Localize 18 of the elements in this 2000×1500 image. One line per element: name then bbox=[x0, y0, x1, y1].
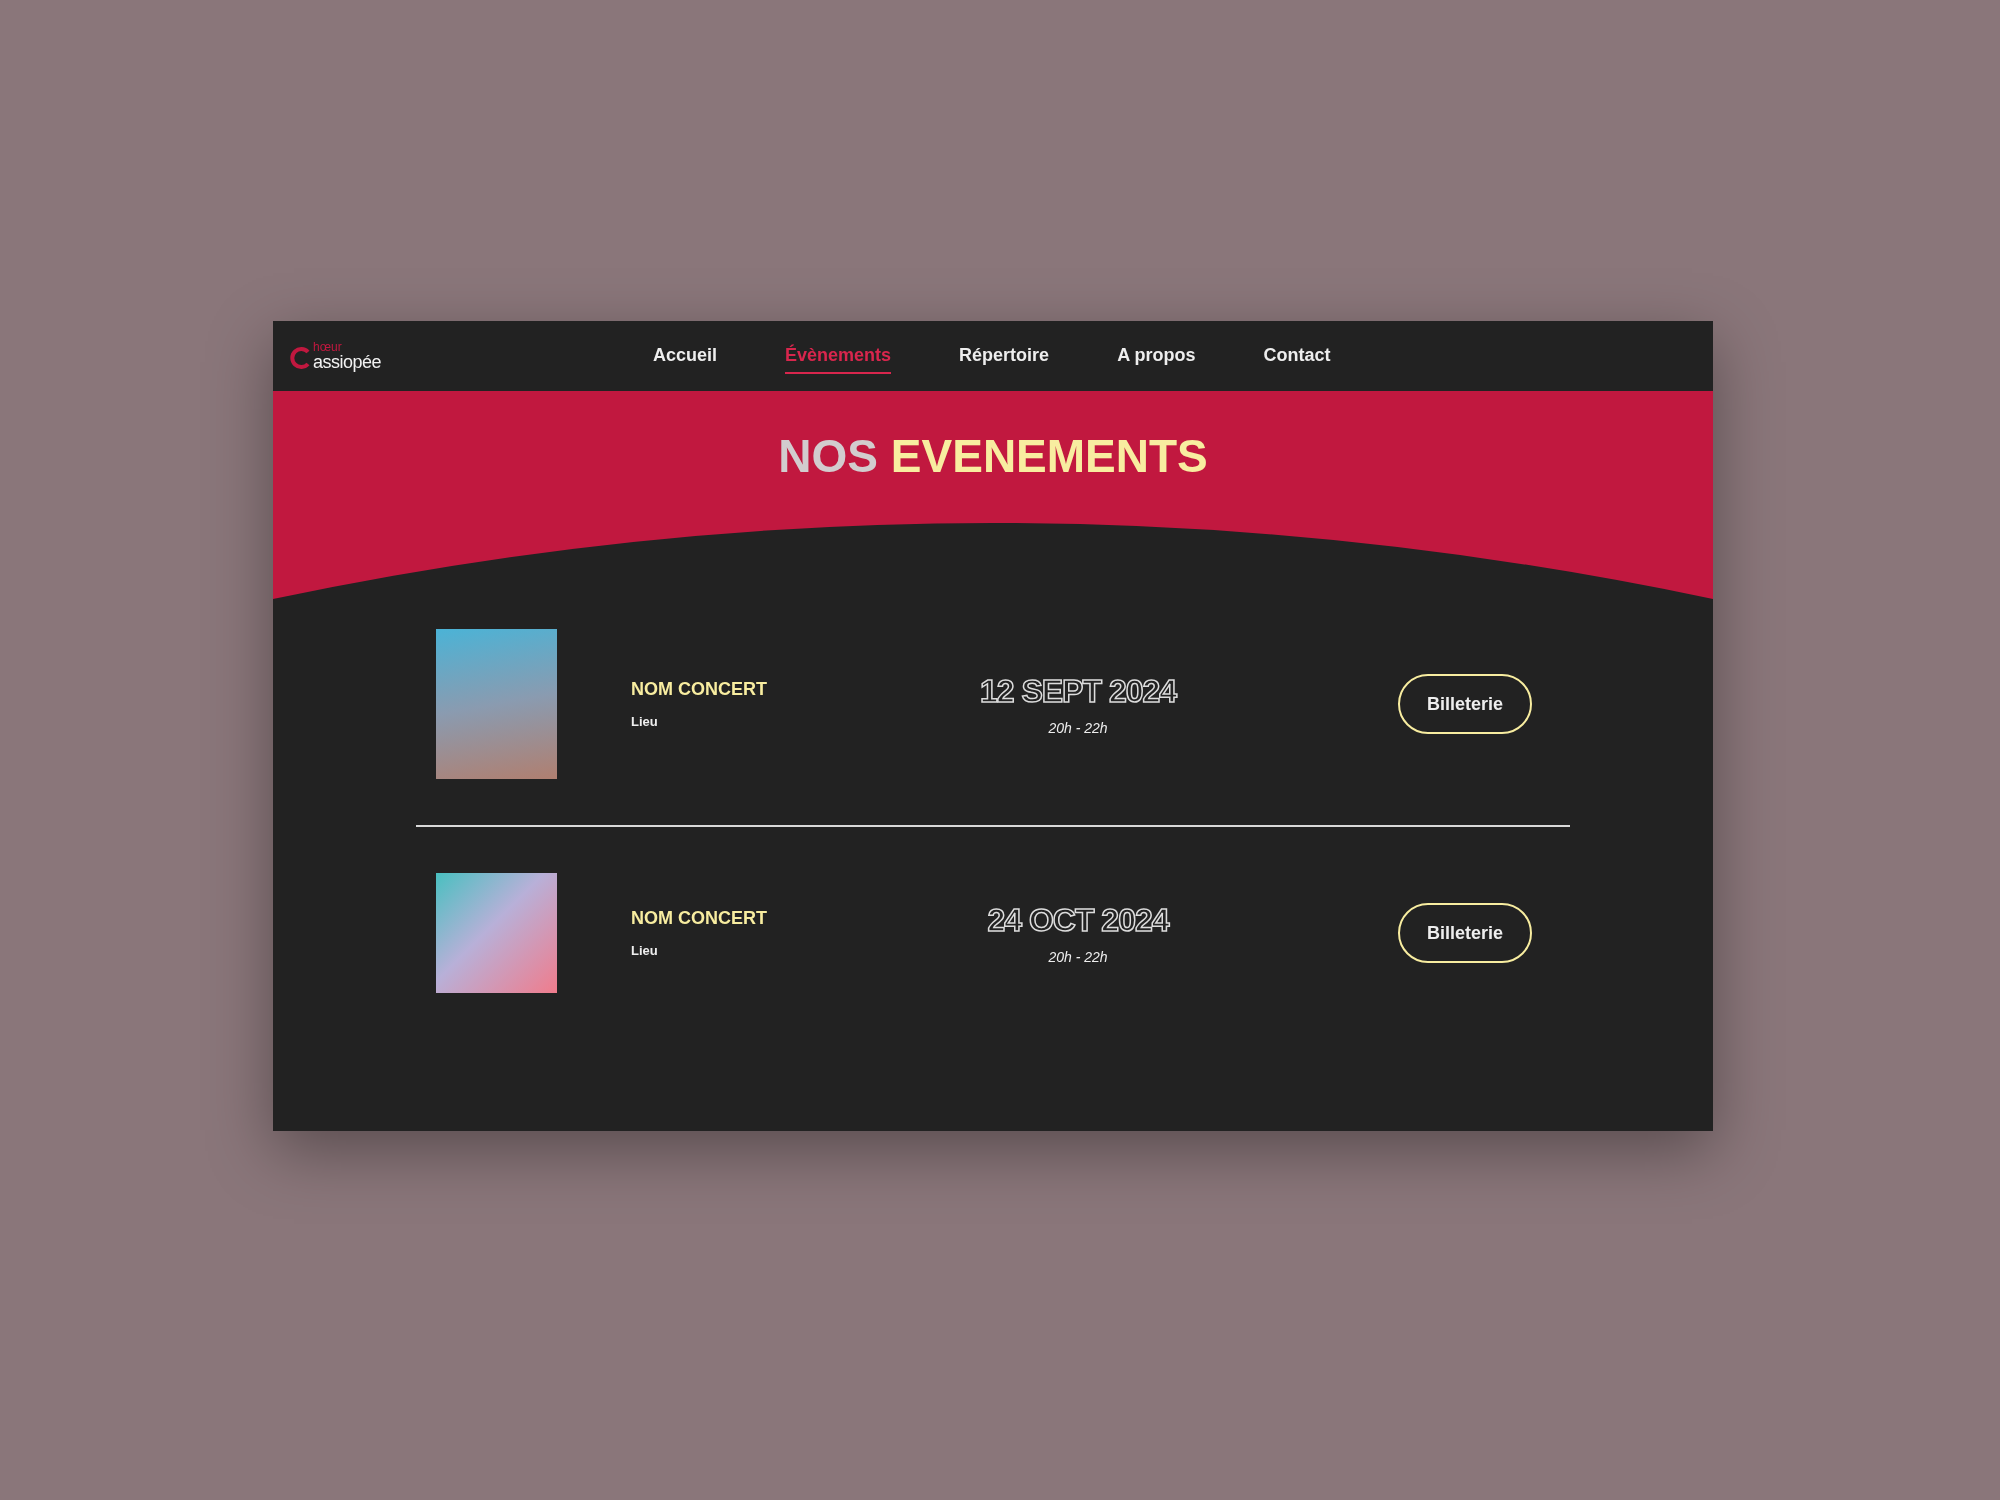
concert-time: 20h - 22h bbox=[1048, 719, 1108, 736]
nav-link[interactable]: Contact bbox=[1263, 338, 1331, 374]
logo-text: assiopée bbox=[313, 353, 382, 371]
concert-name: NOM CONCERT bbox=[631, 679, 768, 700]
concert-name: NOM CONCERT bbox=[631, 908, 768, 929]
ticket-button[interactable]: Billeterie bbox=[1398, 674, 1532, 734]
concert-place: Lieu bbox=[631, 943, 659, 958]
ticket-button[interactable]: Billeterie bbox=[1398, 903, 1532, 963]
concert-time: 20h - 22h bbox=[1048, 948, 1108, 965]
concert-date: 12 SEPT 2024 bbox=[979, 672, 1177, 710]
nav-link[interactable]: A propos bbox=[1117, 338, 1196, 374]
nav-link[interactable]: Répertoire bbox=[959, 338, 1050, 374]
nav-link[interactable]: Accueil bbox=[653, 338, 718, 374]
page-title: NOS bbox=[778, 429, 878, 484]
concert-date: 24 OCT 2024 bbox=[987, 901, 1169, 939]
page-title: EVENEMENTS bbox=[890, 429, 1208, 484]
logo-text: hœur bbox=[313, 341, 343, 353]
concert-place: Lieu bbox=[631, 714, 659, 729]
